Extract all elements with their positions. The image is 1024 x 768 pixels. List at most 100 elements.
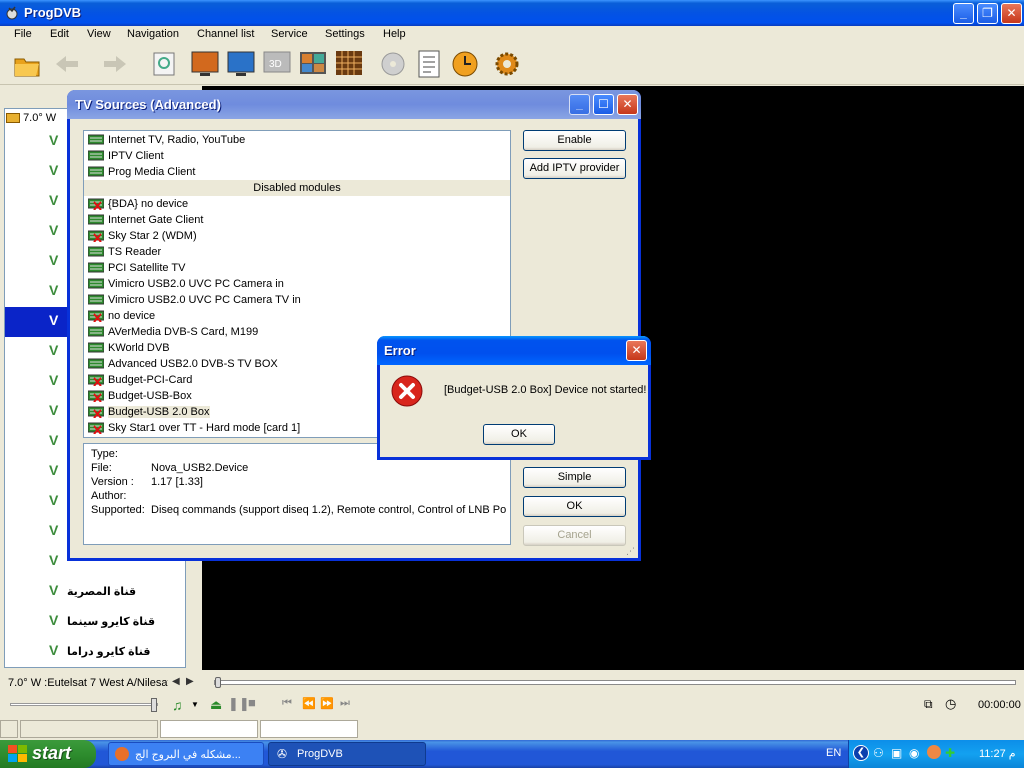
- module-row[interactable]: {BDA} no device: [84, 196, 510, 212]
- tv-sources-minimize-button[interactable]: _: [569, 94, 590, 115]
- monitor-icon[interactable]: [190, 49, 220, 79]
- menu-file[interactable]: File: [14, 28, 32, 40]
- menu-channel-list[interactable]: Channel list: [197, 28, 254, 40]
- tv-sources-title-bar[interactable]: TV Sources (Advanced) _ ☐ ✕: [67, 90, 641, 119]
- disc-icon[interactable]: [378, 49, 408, 79]
- tv-sources-maximize-button[interactable]: ☐: [593, 94, 614, 115]
- seek-thumb[interactable]: [215, 677, 221, 688]
- resize-grip-icon[interactable]: ⋰: [626, 546, 635, 557]
- error-ok-button[interactable]: OK: [483, 424, 555, 445]
- channel-check-icon: V: [49, 462, 59, 478]
- module-row[interactable]: Prog Media Client: [84, 164, 510, 180]
- module-row[interactable]: IPTV Client: [84, 148, 510, 164]
- error-message: [Budget-USB 2.0 Box] Device not started!: [444, 384, 647, 396]
- status-pane-3: [160, 720, 258, 738]
- playback-time: 00:00:00: [978, 699, 1021, 711]
- tv-sources-close-button[interactable]: ✕: [617, 94, 638, 115]
- status-pane-2: [20, 720, 158, 738]
- scroll-left-icon[interactable]: ◀: [172, 676, 180, 687]
- channel-check-icon: V: [49, 642, 59, 658]
- module-row[interactable]: no device: [84, 308, 510, 324]
- open-folder-icon[interactable]: [12, 49, 42, 79]
- module-label: IPTV Client: [108, 150, 164, 162]
- forward-arrow-icon[interactable]: [100, 49, 130, 79]
- progdvb-task-icon: ✇: [277, 747, 288, 761]
- enable-button[interactable]: Enable: [523, 130, 626, 151]
- device-card-icon: [88, 246, 104, 257]
- channel-check-icon: V: [49, 492, 59, 508]
- volume-thumb[interactable]: [151, 698, 157, 712]
- module-row[interactable]: Vimicro USB2.0 UVC PC Camera TV in: [84, 292, 510, 308]
- mosaic-icon[interactable]: [334, 49, 364, 79]
- error-dialog: Error ✕ [Budget-USB 2.0 Box] Device not …: [377, 336, 651, 460]
- channel-row[interactable]: V قناة كايرو دراما: [5, 637, 185, 667]
- module-row[interactable]: TS Reader: [84, 244, 510, 260]
- error-title-bar[interactable]: Error ✕: [377, 336, 651, 365]
- epg-list-icon[interactable]: [414, 49, 444, 79]
- fast-forward-icon[interactable]: ⏩: [320, 697, 334, 710]
- scroll-right-icon[interactable]: ▶: [186, 676, 194, 687]
- start-button[interactable]: start: [0, 740, 96, 768]
- menu-settings[interactable]: Settings: [325, 28, 365, 40]
- multi-screen-icon[interactable]: [298, 49, 328, 79]
- gear-icon[interactable]: [492, 49, 522, 79]
- module-row[interactable]: Internet TV, Radio, YouTube: [84, 132, 510, 148]
- device-card-icon: [88, 342, 104, 353]
- status-pane-1: [0, 720, 18, 738]
- tray-volume-icon[interactable]: ◉: [909, 746, 919, 760]
- simple-button[interactable]: Simple: [523, 467, 626, 488]
- module-label: Budget-USB-Box: [108, 390, 192, 402]
- 3d-icon[interactable]: 3D: [262, 49, 292, 79]
- volume-slider[interactable]: [10, 698, 158, 712]
- add-iptv-provider-button[interactable]: Add IPTV provider: [523, 158, 626, 179]
- channel-check-icon: V: [49, 282, 59, 298]
- ok-button[interactable]: OK: [523, 496, 626, 517]
- skip-forward-icon[interactable]: ⏭: [340, 697, 350, 710]
- stop-icon[interactable]: ■: [248, 695, 256, 710]
- menu-help[interactable]: Help: [383, 28, 406, 40]
- eject-icon[interactable]: ⏏: [210, 697, 222, 713]
- error-close-button[interactable]: ✕: [626, 340, 647, 361]
- tray-display-icon[interactable]: ▣: [891, 746, 902, 760]
- module-label: Internet Gate Client: [108, 214, 204, 226]
- back-arrow-icon[interactable]: [52, 49, 82, 79]
- language-indicator[interactable]: EN: [826, 747, 841, 759]
- seek-bar[interactable]: [214, 677, 1016, 688]
- menu-service[interactable]: Service: [271, 28, 308, 40]
- channel-row[interactable]: V قناة المصرية: [5, 577, 185, 607]
- chevron-down-icon[interactable]: ▼: [191, 700, 199, 709]
- close-button[interactable]: ✕: [1001, 3, 1022, 24]
- tray-expand-icon[interactable]: ❮: [853, 745, 869, 761]
- scan-icon[interactable]: [150, 49, 180, 79]
- info-author-label: Author:: [91, 490, 127, 502]
- restore-button[interactable]: ❐: [977, 3, 998, 24]
- menu-view[interactable]: View: [87, 28, 111, 40]
- skip-back-icon[interactable]: ⏮: [282, 697, 292, 710]
- taskbar-item-browser[interactable]: مشكله في البروج الج...: [108, 742, 264, 766]
- satellite-root[interactable]: 7.0° W: [6, 112, 56, 124]
- main-title-bar[interactable]: ProgDVB _ ❐ ✕: [0, 0, 1024, 26]
- tray-shield-icon[interactable]: ✚: [945, 746, 955, 760]
- system-tray: ❮ ⚇ ▣ ◉ ✚ 11:27 م: [848, 740, 1024, 768]
- tv-screen-icon[interactable]: [226, 49, 256, 79]
- channel-check-icon: V: [49, 372, 59, 388]
- audio-track-icon[interactable]: ♫: [172, 697, 183, 713]
- tray-app-icon[interactable]: [927, 745, 941, 759]
- menu-edit[interactable]: Edit: [50, 28, 69, 40]
- module-row[interactable]: Sky Star 2 (WDM): [84, 228, 510, 244]
- minimize-button[interactable]: _: [953, 3, 974, 24]
- module-row[interactable]: Internet Gate Client: [84, 212, 510, 228]
- equalizer-icon[interactable]: ⧉: [924, 697, 933, 712]
- module-row[interactable]: Vimicro USB2.0 UVC PC Camera in: [84, 276, 510, 292]
- clock-icon[interactable]: [450, 49, 480, 79]
- pause-icon[interactable]: ❚❚: [228, 696, 250, 712]
- taskbar-item-progdvb-label: ProgDVB: [297, 748, 343, 760]
- rewind-icon[interactable]: ⏪: [302, 697, 316, 710]
- satellite-status-text: 7.0° W :Eutelsat 7 West A/Nilesat: [8, 677, 168, 689]
- channel-row[interactable]: V قناة كايرو سينما: [5, 607, 185, 637]
- menu-navigation[interactable]: Navigation: [127, 28, 179, 40]
- tray-network-icon[interactable]: ⚇: [873, 746, 884, 760]
- module-row[interactable]: PCI Satellite TV: [84, 260, 510, 276]
- taskbar-item-progdvb[interactable]: ✇ ProgDVB: [268, 742, 426, 766]
- timer-icon[interactable]: ◷: [945, 696, 956, 712]
